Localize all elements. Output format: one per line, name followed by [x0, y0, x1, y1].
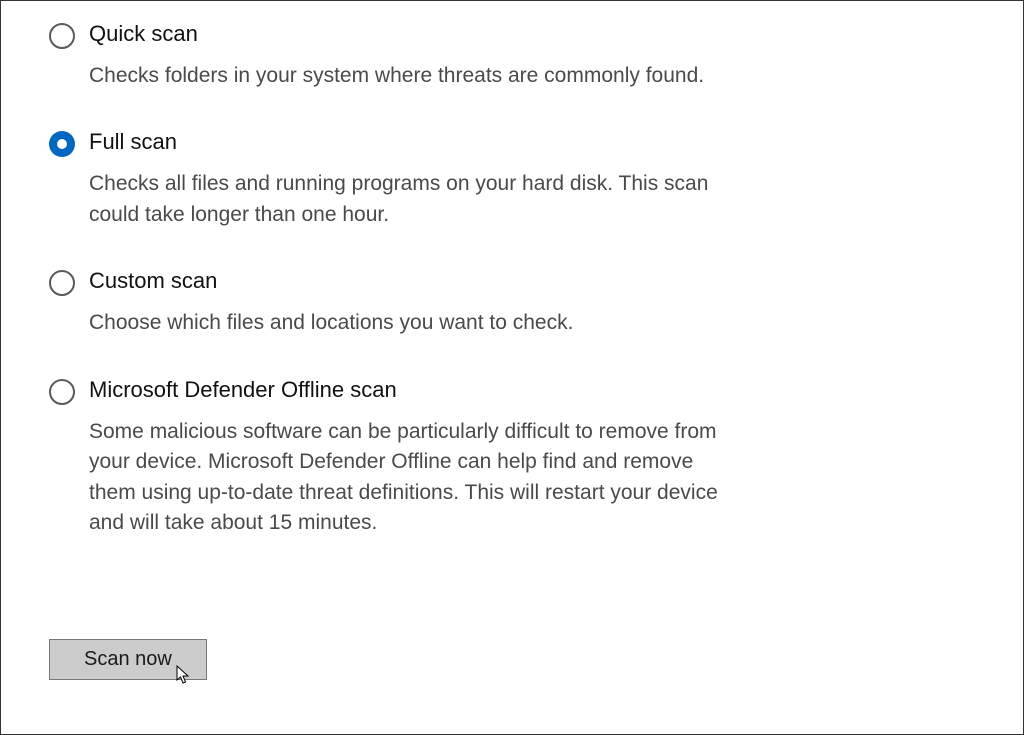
scan-option-full: Full scan Checks all files and running p…: [49, 129, 769, 230]
option-text: Quick scan Checks folders in your system…: [89, 21, 704, 91]
option-text: Microsoft Defender Offline scan Some mal…: [89, 377, 729, 539]
mouse-cursor-icon: [176, 665, 192, 685]
radio-inner-icon: [57, 139, 67, 149]
scan-option-quick: Quick scan Checks folders in your system…: [49, 21, 769, 91]
option-desc-full: Checks all files and running programs on…: [89, 169, 729, 230]
option-text: Full scan Checks all files and running p…: [89, 129, 729, 230]
scan-option-custom: Custom scan Choose which files and locat…: [49, 268, 769, 338]
radio-quick-scan[interactable]: [49, 23, 75, 49]
option-desc-quick: Checks folders in your system where thre…: [89, 61, 704, 91]
action-row: Scan now: [49, 639, 769, 680]
option-title-quick[interactable]: Quick scan: [89, 21, 704, 47]
option-text: Custom scan Choose which files and locat…: [89, 268, 573, 338]
scan-options-group: Quick scan Checks folders in your system…: [49, 21, 769, 680]
option-title-full[interactable]: Full scan: [89, 129, 729, 155]
option-title-custom[interactable]: Custom scan: [89, 268, 573, 294]
scan-now-button[interactable]: Scan now: [49, 639, 207, 680]
radio-full-scan[interactable]: [49, 131, 75, 157]
radio-offline-scan[interactable]: [49, 379, 75, 405]
option-title-offline[interactable]: Microsoft Defender Offline scan: [89, 377, 729, 403]
scan-option-offline: Microsoft Defender Offline scan Some mal…: [49, 377, 769, 539]
radio-custom-scan[interactable]: [49, 270, 75, 296]
option-desc-offline: Some malicious software can be particula…: [89, 417, 729, 539]
option-desc-custom: Choose which files and locations you wan…: [89, 308, 573, 338]
scan-now-label: Scan now: [84, 648, 172, 670]
